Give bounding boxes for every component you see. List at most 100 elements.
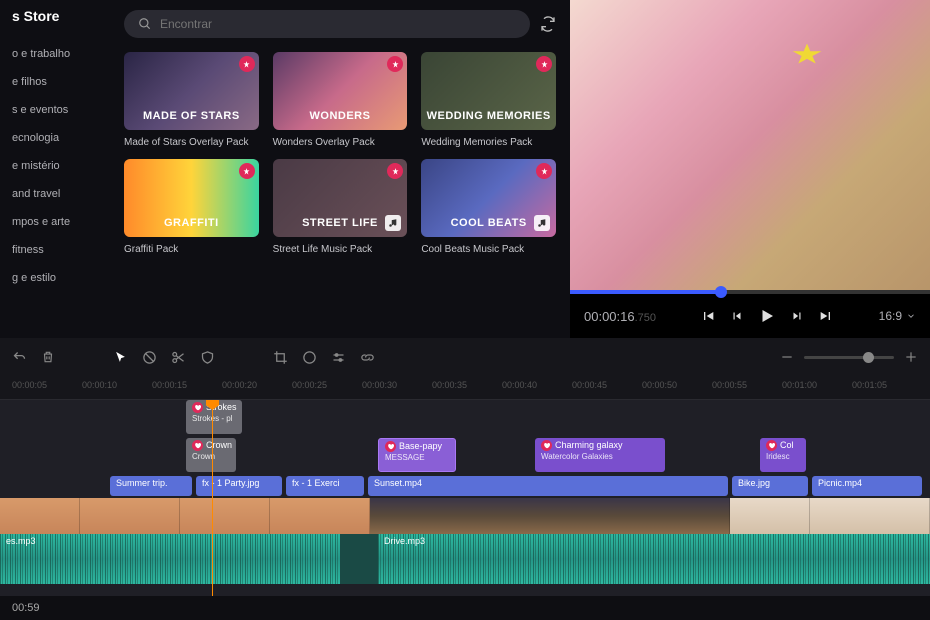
- audio-label: Drive.mp3: [384, 536, 425, 546]
- clip[interactable]: StrokesStrokes - pl: [186, 400, 242, 434]
- step-forward-icon[interactable]: [790, 307, 804, 325]
- clip[interactable]: ColIridesc: [760, 438, 806, 472]
- preview-video[interactable]: [570, 0, 930, 290]
- ruler-tick: 00:00:20: [222, 376, 292, 399]
- crop-tool-icon[interactable]: [273, 350, 288, 365]
- clip-label: Summer trip.: [116, 478, 168, 488]
- clip-label: Charming galaxy: [555, 440, 623, 450]
- timeline-toolbar: [0, 338, 930, 376]
- search-box[interactable]: [124, 10, 530, 38]
- overlay-track-1[interactable]: StrokesStrokes - pl: [0, 400, 930, 436]
- clip-label: fx - 1 Party.jpg: [202, 478, 259, 488]
- premium-badge-icon: [536, 56, 552, 72]
- clip-sublabel: Iridesc: [766, 452, 800, 461]
- clip[interactable]: fx - 1 Exerci: [286, 476, 364, 496]
- video-thumb-track[interactable]: [0, 498, 930, 534]
- status-bar: 00:59: [0, 596, 930, 620]
- music-badge-icon: [385, 215, 401, 231]
- audio-track[interactable]: es.mp3 Drive.mp3: [0, 534, 930, 584]
- heart-icon: [385, 441, 396, 452]
- disable-tool-icon[interactable]: [142, 350, 157, 365]
- ruler-tick: 00:01:00: [782, 376, 852, 399]
- clip-sublabel: Strokes - pl: [192, 414, 236, 423]
- pack-thumb: COOL BEATS: [421, 159, 556, 237]
- pointer-tool-icon[interactable]: [113, 350, 128, 365]
- refresh-icon[interactable]: [540, 16, 556, 32]
- pack-card[interactable]: MADE OF STARSMade of Stars Overlay Pack: [124, 52, 259, 149]
- clip-sublabel: Crown: [192, 452, 230, 461]
- video-thumbnail[interactable]: [80, 498, 180, 534]
- clip[interactable]: CrownCrown: [186, 438, 236, 472]
- pack-card[interactable]: WEDDING MEMORIES Wedding Memories Pack: [421, 52, 556, 149]
- video-thumbnail[interactable]: [180, 498, 270, 534]
- clip[interactable]: fx - 1 Party.jpg: [196, 476, 282, 496]
- overlay-track-2[interactable]: CrownCrown Base-papyMESSAGE Charming galax…: [0, 438, 930, 474]
- audio-clip[interactable]: Drive.mp3: [378, 534, 930, 584]
- circle-tool-icon[interactable]: [302, 350, 317, 365]
- sidebar-item[interactable]: o e trabalho: [12, 40, 110, 68]
- sidebar-item[interactable]: mpos e arte: [12, 208, 110, 236]
- progress-thumb[interactable]: [715, 286, 727, 298]
- pack-title: Street Life Music Pack: [273, 243, 408, 256]
- step-back-icon[interactable]: [730, 307, 744, 325]
- ruler-tick: 00:00:15: [152, 376, 222, 399]
- pack-thumb: MADE OF STARS: [124, 52, 259, 130]
- clip[interactable]: Picnic.mp4: [812, 476, 922, 496]
- store-title: s Store: [12, 8, 110, 24]
- skip-start-icon[interactable]: [700, 307, 716, 325]
- ruler-tick: 00:00:10: [82, 376, 152, 399]
- ruler-tick: 00:00:30: [362, 376, 432, 399]
- video-thumbnail[interactable]: [270, 498, 370, 534]
- link-tool-icon[interactable]: [360, 350, 375, 365]
- zoom-out-icon[interactable]: [780, 350, 794, 364]
- aspect-ratio-selector[interactable]: 16:9: [879, 309, 916, 323]
- search-input[interactable]: [160, 17, 516, 31]
- video-thumbnail[interactable]: [370, 498, 730, 534]
- sidebar-item[interactable]: e filhos: [12, 68, 110, 96]
- zoom-slider[interactable]: [804, 356, 894, 359]
- tracks-area[interactable]: StrokesStrokes - pl CrownCrown Base-papyM…: [0, 400, 930, 596]
- premium-badge-icon: [387, 56, 403, 72]
- pack-card[interactable]: STREET LIFE Street Life Music Pack: [273, 159, 408, 256]
- zoom-in-icon[interactable]: [904, 350, 918, 364]
- undo-icon[interactable]: [12, 350, 27, 365]
- clip[interactable]: Base-papyMESSAGE: [378, 438, 456, 472]
- video-label-track[interactable]: Summer trip. fx - 1 Party.jpg fx - 1 Exerc…: [0, 476, 930, 496]
- sidebar-item[interactable]: and travel: [12, 180, 110, 208]
- clip-label: Base-papy: [399, 441, 442, 451]
- pack-card[interactable]: COOL BEATSCool Beats Music Pack: [421, 159, 556, 256]
- video-thumbnail[interactable]: [810, 498, 930, 534]
- audio-clip[interactable]: es.mp3: [0, 534, 340, 584]
- sidebar-item[interactable]: ecnologia: [12, 124, 110, 152]
- sidebar-item[interactable]: e mistério: [12, 152, 110, 180]
- audio-label: es.mp3: [6, 536, 36, 546]
- pack-thumb-text: STREET LIFE: [302, 217, 378, 229]
- premium-badge-icon: [239, 163, 255, 179]
- video-thumbnail[interactable]: [0, 498, 80, 534]
- play-icon[interactable]: [758, 307, 776, 325]
- skip-end-icon[interactable]: [818, 307, 834, 325]
- pack-card[interactable]: WONDERSWonders Overlay Pack: [273, 52, 408, 149]
- adjust-tool-icon[interactable]: [331, 350, 346, 365]
- progress-bar[interactable]: [570, 290, 930, 294]
- pack-title: Wedding Memories Pack: [421, 136, 556, 149]
- time-ruler[interactable]: 00:00:0500:00:1000:00:1500:00:2000:00:25…: [0, 376, 930, 400]
- clip[interactable]: Bike.jpg: [732, 476, 808, 496]
- shield-tool-icon[interactable]: [200, 350, 215, 365]
- ruler-tick: 00:00:55: [712, 376, 782, 399]
- pack-card[interactable]: GRAFFITIGraffiti Pack: [124, 159, 259, 256]
- clip[interactable]: Summer trip.: [110, 476, 192, 496]
- pack-thumb: WEDDING MEMORIES: [421, 52, 556, 130]
- delete-icon[interactable]: [41, 350, 55, 365]
- sidebar-item[interactable]: fitness: [12, 236, 110, 264]
- sidebar-item[interactable]: g e estilo: [12, 264, 110, 292]
- video-thumbnail[interactable]: [730, 498, 810, 534]
- status-time: 00:59: [12, 602, 40, 614]
- clip[interactable]: Charming galaxyWatercolor Galaxies: [535, 438, 665, 472]
- clip[interactable]: Sunset.mp4: [368, 476, 728, 496]
- premium-badge-icon: [387, 163, 403, 179]
- sidebar-item[interactable]: s e eventos: [12, 96, 110, 124]
- pack-thumb-text: WONDERS: [310, 110, 371, 122]
- pack-thumb-text: WEDDING MEMORIES: [427, 110, 551, 122]
- split-tool-icon[interactable]: [171, 350, 186, 365]
